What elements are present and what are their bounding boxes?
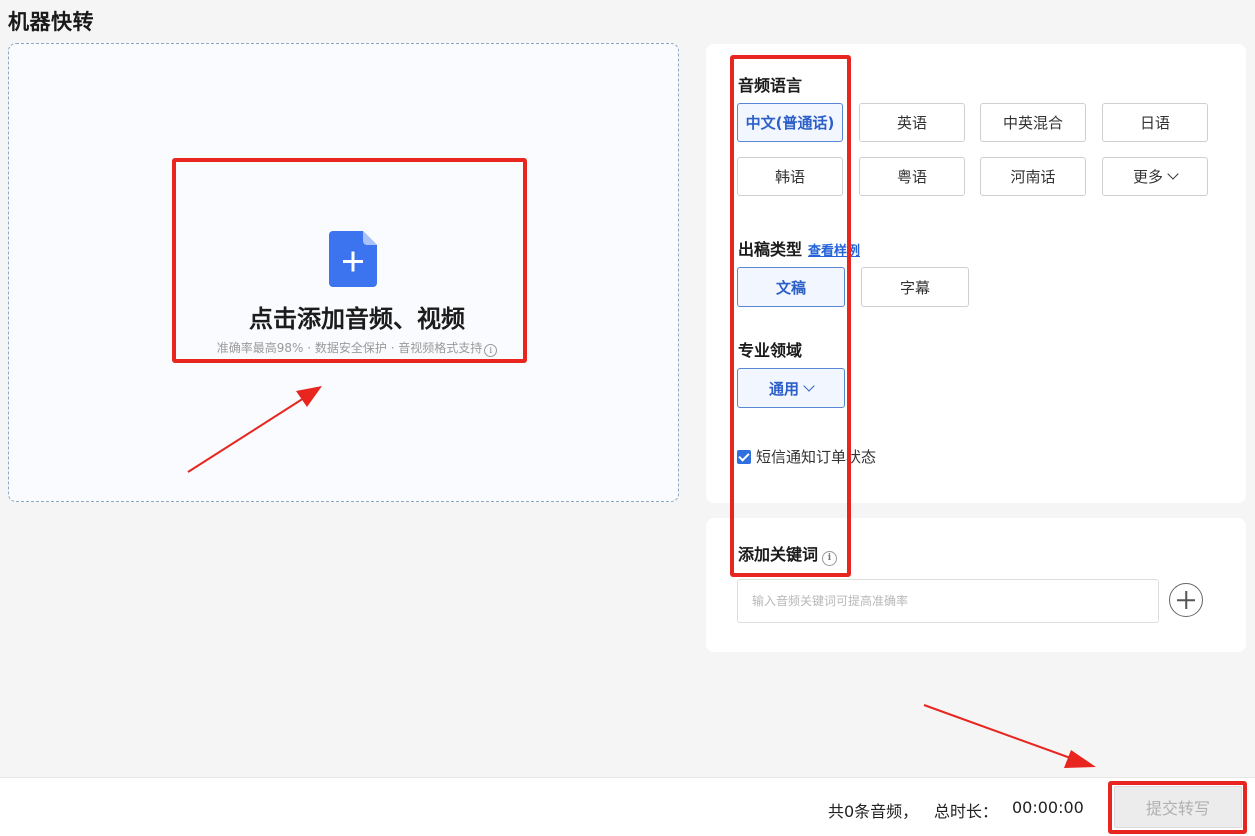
total-duration-value: 00:00:00 <box>1012 798 1084 817</box>
total-duration-label: 总时长： <box>934 802 999 821</box>
annotation-box-upload <box>172 158 527 363</box>
language-option-japanese[interactable]: 日语 <box>1102 103 1208 142</box>
language-option-mixed[interactable]: 中英混合 <box>980 103 1086 142</box>
language-option-henan[interactable]: 河南话 <box>980 157 1086 196</box>
language-option-english[interactable]: 英语 <box>859 103 965 142</box>
audio-count: 共0条音频， <box>828 802 919 821</box>
language-more-dropdown[interactable]: 更多 <box>1102 157 1208 196</box>
annotation-box-settings <box>730 55 851 577</box>
language-option-cantonese[interactable]: 粤语 <box>859 157 965 196</box>
keyword-input[interactable] <box>737 579 1159 623</box>
output-option-subtitle[interactable]: 字幕 <box>861 267 969 307</box>
page-title: 机器快转 <box>8 10 94 34</box>
add-keyword-button[interactable] <box>1169 583 1203 617</box>
chevron-down-icon <box>1167 168 1179 180</box>
annotation-box-submit <box>1108 781 1247 834</box>
more-label: 更多 <box>1132 168 1163 186</box>
